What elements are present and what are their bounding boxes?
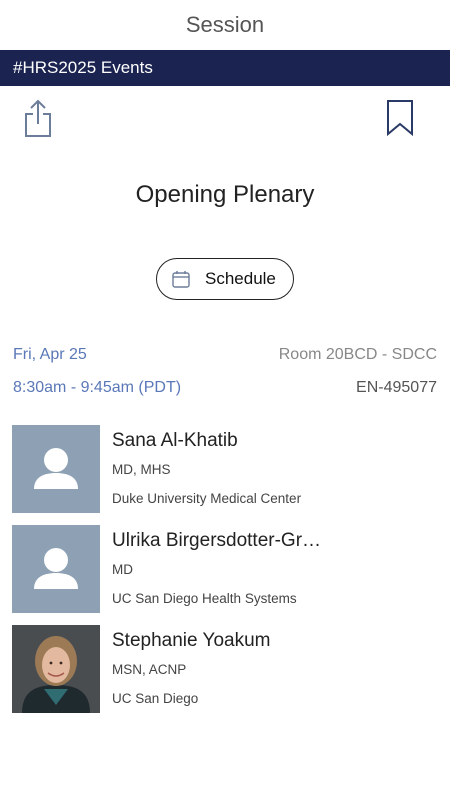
session-code: EN-495077 [356,379,437,396]
schedule-label: Schedule [205,269,276,288]
speaker-name: Ulrika Birgersdotter-Gr… [112,530,322,551]
speaker-photo [12,625,100,713]
speaker-credentials: MSN, ACNP [112,662,187,677]
action-row [0,86,450,152]
speaker-name: Stephanie Yoakum [112,630,271,651]
session-time: 8:30am - 9:45am (PDT) [13,379,182,396]
speaker-organization: Duke University Medical Center [112,491,302,506]
schedule-button[interactable]: Schedule [156,258,294,300]
avatar [12,625,100,713]
bookmark-icon [387,100,413,137]
speaker-organization: UC San Diego [112,691,199,706]
speaker-credentials: MD [112,562,133,577]
speaker-item[interactable]: Sana Al-Khatib MD, MHS Duke University M… [12,425,432,513]
speaker-item[interactable]: Ulrika Birgersdotter-Gr… MD UC San Diego… [12,525,432,613]
event-bar[interactable]: #HRS2025 Events [0,50,450,86]
speaker-name: Sana Al-Khatib [112,430,238,451]
avatar [12,425,100,513]
speaker-credentials: MD, MHS [112,462,171,477]
person-placeholder-icon [34,548,78,589]
session-title: Opening Plenary [135,181,315,208]
calendar-icon [172,271,190,288]
session-date: Fri, Apr 25 [13,346,87,363]
top-bar: Session [0,0,450,50]
person-placeholder-icon [34,448,78,489]
share-icon [25,99,51,137]
event-bar-label: #HRS2025 Events [13,58,153,77]
speaker-organization: UC San Diego Health Systems [112,591,297,606]
share-button[interactable] [22,98,54,138]
bookmark-button[interactable] [384,98,416,138]
avatar [12,525,100,613]
page-title: Session [185,12,265,37]
speaker-item[interactable]: Stephanie Yoakum MSN, ACNP UC San Diego [12,625,432,713]
session-room: Room 20BCD - SDCC [278,346,437,363]
